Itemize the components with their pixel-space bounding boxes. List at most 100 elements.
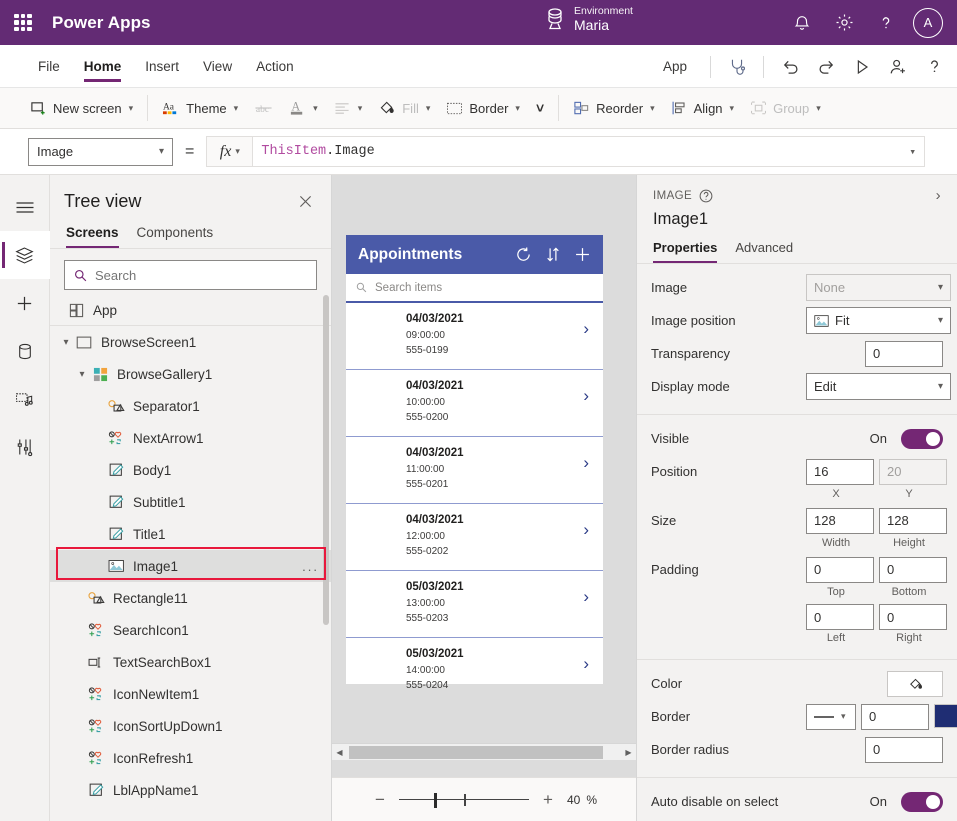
tree-scrollbar[interactable] [323, 295, 329, 765]
scrollbar-track[interactable] [347, 746, 621, 759]
tree-row-body1[interactable]: Body1 [50, 454, 331, 486]
overflow-menu-icon[interactable]: ... [302, 559, 319, 574]
chevron-right-icon[interactable]: › [583, 520, 589, 540]
tree-row-rectquickactionbar1[interactable]: RectQuickActionBar1 [50, 806, 331, 808]
size-height-input[interactable]: 128 [879, 508, 947, 534]
image-position-dropdown[interactable]: Fit ▾ [806, 307, 951, 334]
chevron-down-icon[interactable]: ▾ [74, 369, 90, 380]
tree-item-app[interactable]: App [50, 298, 331, 326]
image-dropdown[interactable]: None ▾ [806, 274, 951, 301]
waffle-icon[interactable] [12, 12, 34, 34]
menu-item-file[interactable]: File [28, 45, 70, 88]
preview-icon[interactable] [845, 50, 879, 84]
search-input[interactable] [95, 268, 307, 283]
tab-screens[interactable]: Screens [66, 221, 119, 248]
chevron-down-icon[interactable]: ▾ [909, 145, 916, 159]
scrollbar-thumb[interactable] [349, 746, 603, 759]
undo-icon[interactable] [773, 50, 807, 84]
tree-row-iconrefresh1[interactable]: IconRefresh1 [50, 742, 331, 774]
refresh-icon[interactable] [515, 246, 532, 263]
gallery-item[interactable]: 04/03/2021 09:00:00 555-0199 › [346, 303, 603, 370]
share-icon[interactable] [881, 50, 915, 84]
position-x-input[interactable]: 16 [806, 459, 874, 485]
position-y-input[interactable]: 20 [879, 459, 947, 485]
zoom-out-button[interactable]: − [371, 790, 389, 810]
expand-panel-icon[interactable]: › [936, 187, 941, 204]
canvas-horizontal-scrollbar[interactable]: ◀ ▶ [332, 743, 636, 760]
border-radius-input[interactable]: 0 [865, 737, 943, 763]
gallery-item[interactable]: 04/03/2021 12:00:00 555-0202 › [346, 504, 603, 571]
padding-bottom-input[interactable]: 0 [879, 557, 947, 583]
gear-icon[interactable] [825, 4, 863, 42]
gallery-item[interactable]: 04/03/2021 10:00:00 555-0200 › [346, 370, 603, 437]
formula-input[interactable]: ThisItem.Image ▾ [253, 136, 925, 167]
help-icon[interactable] [867, 4, 905, 42]
align-objects-button[interactable]: Align ▾ [663, 93, 742, 123]
border-color-swatch[interactable] [934, 704, 957, 728]
tree-row-browsegallery1[interactable]: ▾ BrowseGallery1 [50, 358, 331, 390]
avatar[interactable]: A [913, 8, 943, 38]
visible-toggle[interactable] [901, 429, 943, 449]
tree-row-lblappname1[interactable]: LblAppName1 [50, 774, 331, 806]
redo-icon[interactable] [809, 50, 843, 84]
border-style-dropdown[interactable]: ▾ [806, 704, 856, 730]
transparency-input[interactable]: 0 [865, 341, 943, 367]
tree-row-browsescreen1[interactable]: ▾ BrowseScreen1 [50, 326, 331, 358]
border-width-input[interactable]: 0 [861, 704, 929, 730]
menu-item-insert[interactable]: Insert [135, 45, 189, 88]
property-selector[interactable]: Image ▾ [28, 138, 173, 166]
reorder-button[interactable]: Reorder ▾ [565, 93, 663, 123]
fx-button[interactable]: fx ▾ [206, 136, 253, 167]
font-color-button[interactable]: A ▾ [281, 93, 326, 123]
gallery-search-box[interactable]: Search items [346, 274, 603, 303]
app-menu-button[interactable]: App [649, 59, 701, 74]
tree-row-textsearchbox1[interactable]: TextSearchBox1 [50, 646, 331, 678]
zoom-slider[interactable] [399, 793, 529, 807]
scroll-right-icon[interactable]: ▶ [621, 748, 636, 757]
chevron-down-icon[interactable]: ▾ [58, 337, 74, 348]
tree-view-icon[interactable] [0, 231, 50, 279]
tree-row-iconsortupdown1[interactable]: IconSortUpDown1 [50, 710, 331, 742]
tree-row-rectangle11[interactable]: Rectangle11 [50, 582, 331, 614]
menu-item-view[interactable]: View [193, 45, 242, 88]
close-icon[interactable] [293, 189, 317, 213]
tree-row-separator1[interactable]: Separator1 [50, 390, 331, 422]
border-button[interactable]: Border ▾ [438, 93, 528, 123]
app-checker-icon[interactable] [720, 50, 754, 84]
tab-components[interactable]: Components [137, 221, 214, 248]
chevron-right-icon[interactable]: › [583, 386, 589, 406]
media-icon[interactable] [0, 375, 50, 423]
size-width-input[interactable]: 128 [806, 508, 874, 534]
theme-button[interactable]: Aa Theme ▾ [154, 93, 246, 123]
padding-left-input[interactable]: 0 [806, 604, 874, 630]
bell-icon[interactable] [783, 4, 821, 42]
color-picker-button[interactable] [887, 671, 943, 697]
chevron-right-icon[interactable]: › [583, 453, 589, 473]
tree-row-title1[interactable]: Title1 [50, 518, 331, 550]
tab-properties[interactable]: Properties [653, 238, 717, 263]
gallery-item[interactable]: 05/03/2021 13:00:00 555-0203 › [346, 571, 603, 638]
display-mode-dropdown[interactable]: Edit ▾ [806, 373, 951, 400]
add-icon[interactable] [574, 246, 591, 263]
advanced-tools-icon[interactable] [0, 423, 50, 471]
chevron-right-icon[interactable]: › [583, 319, 589, 339]
tree-row-image1[interactable]: Image1 ... [50, 550, 331, 582]
padding-right-input[interactable]: 0 [879, 604, 947, 630]
gallery-item[interactable]: 04/03/2021 11:00:00 555-0201 › [346, 437, 603, 504]
help-icon[interactable] [699, 189, 713, 203]
gallery-item[interactable]: 05/03/2021 14:00:00 555-0204 › [346, 638, 603, 705]
menu-item-action[interactable]: Action [246, 45, 304, 88]
menu-item-home[interactable]: Home [74, 45, 132, 88]
help-icon[interactable] [917, 50, 951, 84]
zoom-slider-handle[interactable] [434, 793, 437, 808]
more-options-button[interactable]: ˅ [528, 93, 552, 123]
tab-advanced[interactable]: Advanced [735, 238, 793, 263]
sort-icon[interactable] [546, 246, 560, 263]
scroll-left-icon[interactable]: ◀ [332, 748, 347, 757]
new-screen-button[interactable]: New screen ▾ [22, 93, 141, 123]
tree-row-iconnewitem1[interactable]: IconNewItem1 [50, 678, 331, 710]
insert-icon[interactable] [0, 279, 50, 327]
tree-row-searchicon1[interactable]: SearchIcon1 [50, 614, 331, 646]
hamburger-icon[interactable] [0, 183, 50, 231]
environment-selector[interactable]: Environment Maria [545, 5, 633, 33]
